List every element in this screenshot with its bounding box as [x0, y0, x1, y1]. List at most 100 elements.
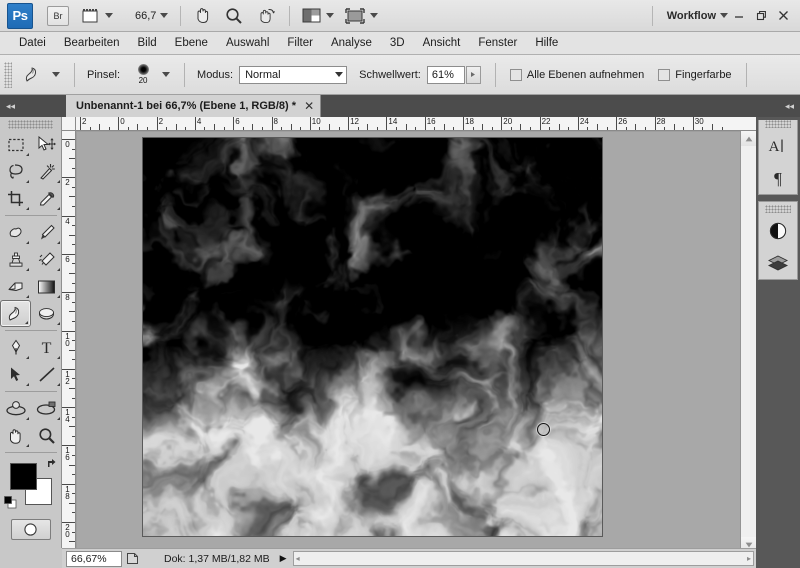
- status-scroll-strip[interactable]: ◂ ▸: [292, 551, 754, 566]
- ruler-label: 2: [65, 178, 70, 188]
- strength-input[interactable]: 61%: [426, 65, 465, 84]
- spot-healing-brush-tool[interactable]: [0, 219, 31, 246]
- zoom-tool-icon[interactable]: [223, 4, 245, 28]
- character-panel-icon[interactable]: A: [759, 130, 797, 162]
- lasso-tool[interactable]: [0, 158, 31, 185]
- screen-mode-icon[interactable]: [344, 4, 366, 28]
- horizontal-ruler[interactable]: 2 0 2 4 6 8 10 12 14 16 18 20 22 24 26 28 30: [76, 117, 756, 131]
- clone-stamp-tool[interactable]: [0, 246, 31, 273]
- ruler-minor-tick: [72, 148, 75, 150]
- strength-slider-button[interactable]: [465, 65, 481, 84]
- layers-panel-icon[interactable]: [759, 247, 797, 279]
- canvas-vertical-scrollbar[interactable]: [740, 131, 756, 552]
- workspace-dropdown-arrow[interactable]: [720, 13, 728, 18]
- adjust-layers-panel-grip[interactable]: [765, 205, 791, 213]
- toolbox-grip[interactable]: [8, 120, 53, 129]
- document-tab[interactable]: Unbenannt-1 bei 66,7% (Ebene 1, RGB/8) *…: [66, 95, 322, 117]
- tool-preset-dropdown-arrow[interactable]: [52, 72, 60, 77]
- bridge-button[interactable]: Br: [47, 5, 69, 26]
- menu-datei[interactable]: Datei: [10, 32, 55, 55]
- arrange-documents-icon[interactable]: [300, 4, 322, 28]
- restore-button[interactable]: [750, 5, 772, 27]
- foreground-color-swatch[interactable]: [10, 463, 37, 490]
- screen-mode-dropdown-arrow[interactable]: [370, 13, 379, 18]
- ruler-origin-corner[interactable]: [62, 117, 76, 131]
- paragraph-panel-icon[interactable]: ¶: [759, 162, 797, 194]
- ruler-minor-tick: [72, 225, 75, 227]
- zoom-percentage-input[interactable]: 66,67%: [66, 550, 122, 567]
- 3d-orbit-camera-tool[interactable]: [31, 395, 62, 422]
- close-icon[interactable]: ✕: [304, 99, 314, 113]
- eyedropper-tool[interactable]: [31, 185, 62, 212]
- menu-auswahl[interactable]: Auswahl: [217, 32, 278, 55]
- quick-mask-mode-button[interactable]: [10, 519, 51, 540]
- menu-bar: Datei Bearbeiten Bild Ebene Auswahl Filt…: [0, 32, 800, 55]
- options-bar-grip[interactable]: [4, 61, 12, 88]
- brush-preset-preview[interactable]: 20: [128, 64, 158, 85]
- menu-bearbeiten[interactable]: Bearbeiten: [55, 32, 129, 55]
- dodge-tool[interactable]: [31, 300, 62, 327]
- ruler-major-tick: [118, 117, 120, 130]
- rectangular-marquee-tool[interactable]: [0, 131, 31, 158]
- ruler-minor-tick: [72, 512, 75, 514]
- menu-hilfe[interactable]: Hilfe: [526, 32, 567, 55]
- close-button[interactable]: [772, 5, 794, 27]
- minimize-button[interactable]: [728, 5, 750, 27]
- ruler-label: 6: [235, 117, 240, 126]
- workspace-selector-label[interactable]: Workflow: [667, 10, 716, 22]
- right-dock-collapse-button[interactable]: ◂◂: [756, 95, 800, 117]
- menu-bild[interactable]: Bild: [128, 32, 165, 55]
- type-panel-grip[interactable]: [765, 120, 791, 128]
- document-info-icon[interactable]: [122, 552, 142, 565]
- ruler-minor-tick: [72, 167, 75, 169]
- status-scroll-left-icon[interactable]: ◂: [296, 554, 300, 563]
- left-dock-collapse-button[interactable]: ◂◂: [0, 95, 62, 117]
- image-canvas[interactable]: [143, 138, 602, 536]
- eraser-tool[interactable]: [0, 273, 31, 300]
- zoom-level-dropdown-arrow[interactable]: [160, 13, 169, 18]
- view-extras-dropdown-arrow[interactable]: [105, 13, 113, 18]
- appbar-separator-1: [180, 5, 182, 26]
- history-brush-tool[interactable]: [31, 246, 62, 273]
- swap-colors-icon[interactable]: [46, 457, 58, 469]
- hand-tool-icon[interactable]: [191, 4, 213, 28]
- arrange-documents-dropdown-arrow[interactable]: [326, 13, 335, 18]
- menu-analyse[interactable]: Analyse: [322, 32, 381, 55]
- brush-tool[interactable]: [31, 219, 62, 246]
- path-selection-tool[interactable]: [0, 361, 31, 388]
- finger-paint-checkbox[interactable]: [658, 68, 671, 81]
- magic-wand-tool[interactable]: [31, 158, 62, 185]
- menu-ansicht[interactable]: Ansicht: [414, 32, 470, 55]
- brush-preset-dropdown-arrow[interactable]: [162, 72, 171, 77]
- gradient-tool[interactable]: [31, 273, 62, 300]
- status-scroll-right-icon[interactable]: ▸: [747, 554, 751, 563]
- move-tool[interactable]: [31, 131, 62, 158]
- menu-3d[interactable]: 3D: [381, 32, 414, 55]
- crop-tool[interactable]: [0, 185, 31, 212]
- menu-fenster[interactable]: Fenster: [469, 32, 526, 55]
- sample-all-layers-checkbox[interactable]: [509, 68, 522, 81]
- status-menu-arrow[interactable]: ▶: [280, 553, 287, 564]
- scroll-up-button[interactable]: [741, 131, 756, 146]
- blend-mode-value: Normal: [245, 68, 281, 81]
- blend-mode-select[interactable]: Normal: [239, 65, 348, 84]
- line-tool[interactable]: [31, 361, 62, 388]
- view-extras-icon[interactable]: [79, 4, 101, 28]
- zoom-tool[interactable]: [31, 422, 62, 449]
- menu-ebene[interactable]: Ebene: [166, 32, 217, 55]
- ruler-minor-tick: [415, 127, 417, 130]
- menu-filter[interactable]: Filter: [278, 32, 322, 55]
- appbar-separator-3: [651, 5, 653, 26]
- canvas-scroll-area[interactable]: [77, 132, 740, 552]
- 3d-rotate-tool[interactable]: [0, 395, 31, 422]
- smudge-tool-icon[interactable]: [18, 61, 48, 89]
- options-separator-2: [184, 62, 186, 87]
- adjustments-panel-icon[interactable]: [759, 215, 797, 247]
- smudge-tool[interactable]: [0, 300, 31, 327]
- vertical-ruler[interactable]: 0 2 4 6 8 10 12 14 16 18 20: [62, 131, 76, 568]
- hand-tool[interactable]: [0, 422, 31, 449]
- rotate-view-tool-icon[interactable]: [255, 4, 277, 28]
- pen-tool[interactable]: [0, 334, 31, 361]
- horizontal-type-tool[interactable]: T: [31, 334, 62, 361]
- default-colors-icon[interactable]: [4, 496, 17, 509]
